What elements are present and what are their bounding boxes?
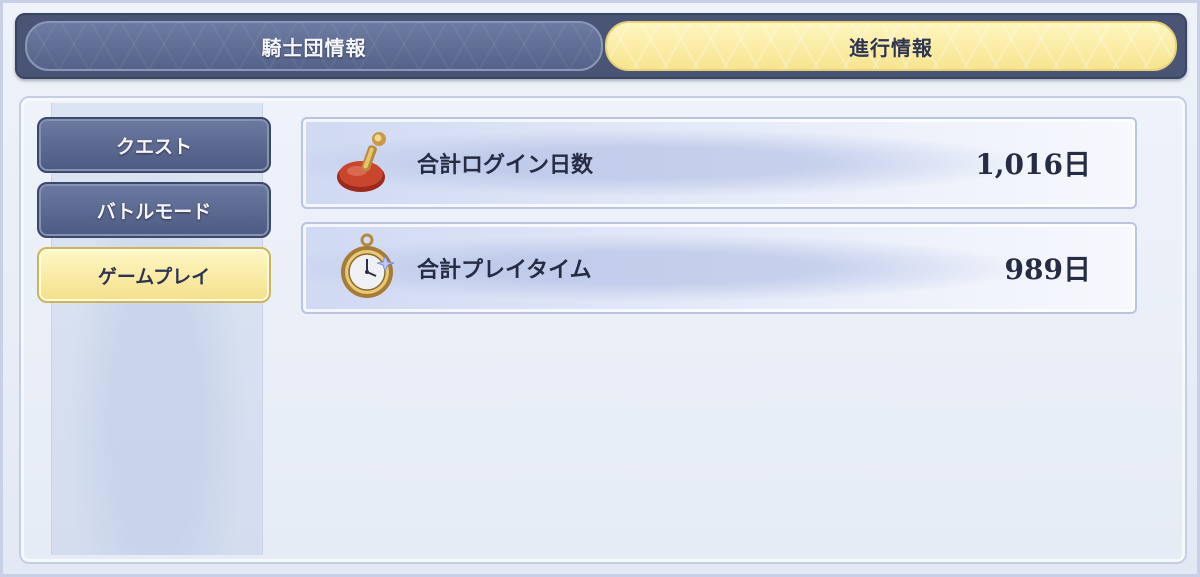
stat-row-total-playtime: 合計プレイタイム 989日 — [301, 222, 1137, 314]
sidebar-item-battle-mode[interactable]: バトルモード — [37, 182, 271, 238]
tab-knights-info[interactable]: 騎士団情報 — [25, 21, 603, 71]
stat-value: 989日 — [1004, 253, 1091, 286]
sidebar-item-label: クエスト — [115, 135, 192, 158]
top-tab-bar: 騎士団情報 進行情報 — [15, 13, 1187, 79]
window-frame: 騎士団情報 進行情報 クエスト バトルモード ゲームプレイ 合計ログイン日数 1… — [0, 0, 1200, 577]
tab-label: 進行情報 — [849, 35, 933, 60]
stamp-seal-icon — [337, 132, 386, 192]
tab-progress-info[interactable]: 進行情報 — [605, 21, 1177, 71]
stat-value: 1,016日 — [975, 148, 1091, 181]
stat-label: 合計ログイン日数 — [417, 153, 594, 178]
stat-label: 合計プレイタイム — [417, 258, 592, 283]
sidebar-item-gameplay[interactable]: ゲームプレイ — [37, 247, 271, 303]
stat-row-total-login-days: 合計ログイン日数 1,016日 — [301, 117, 1137, 209]
pocket-watch-icon — [341, 233, 395, 298]
sidebar-item-label: バトルモード — [96, 200, 212, 223]
sidebar-item-label: ゲームプレイ — [97, 265, 211, 288]
sidebar-item-quest[interactable]: クエスト — [37, 117, 271, 173]
tab-label: 騎士団情報 — [261, 35, 367, 60]
